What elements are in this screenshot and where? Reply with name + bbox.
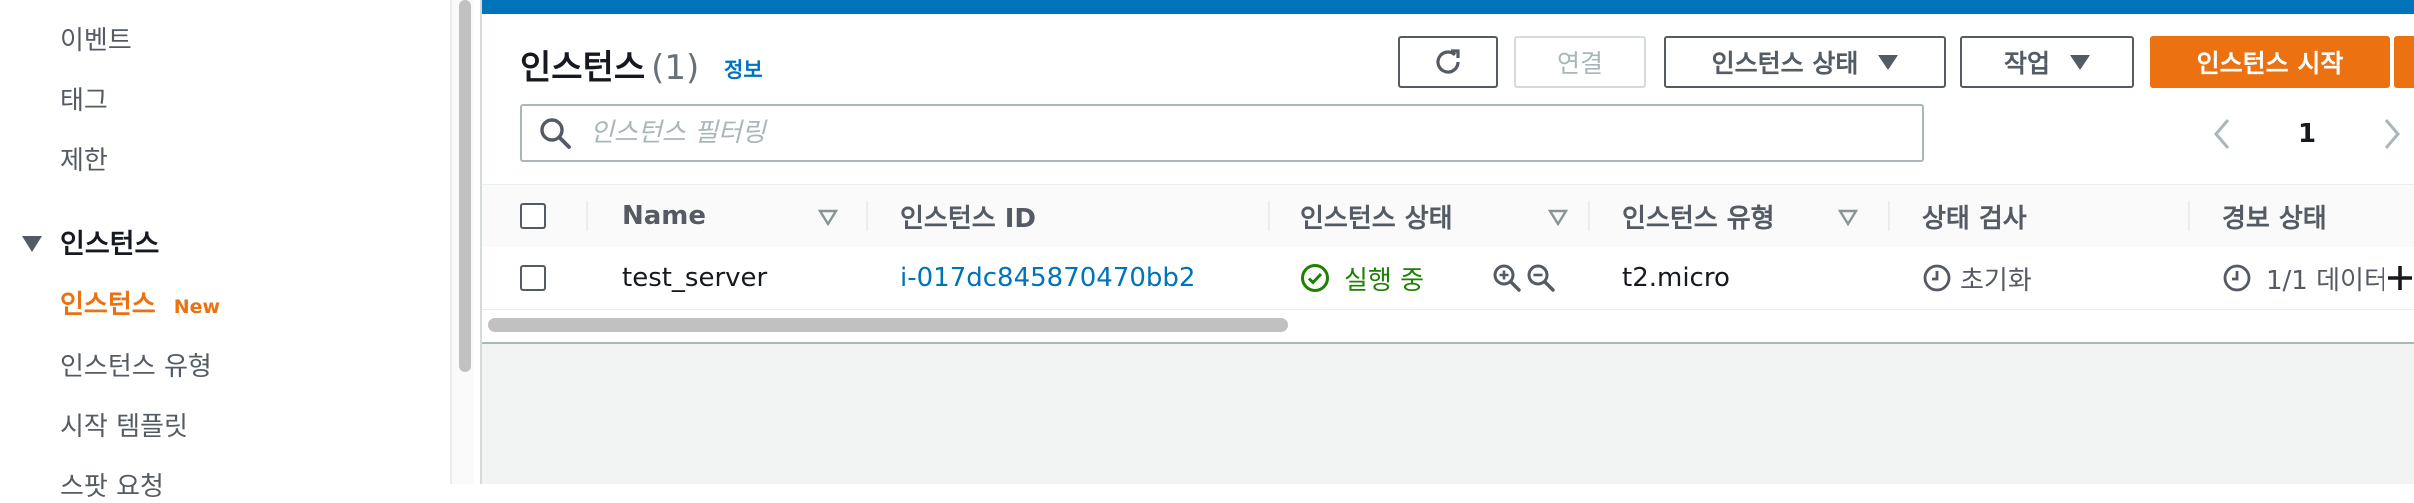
add-alarm-button[interactable] — [2384, 247, 2414, 309]
sort-icon[interactable] — [1838, 207, 1858, 227]
top-accent-bar — [482, 0, 2414, 14]
check-circle-icon — [1301, 264, 1329, 292]
launch-instance-button[interactable]: 인스턴스 시작 — [2150, 36, 2390, 88]
table-header: Name 인스턴스 ID 인스턴스 상태 인스턴스 유형 상태 검사 경보 상태 — [482, 184, 2414, 248]
clock-icon — [2223, 264, 2251, 292]
sidebar-item-instances[interactable]: 인스턴스 New — [60, 284, 220, 321]
refresh-icon — [1436, 49, 1460, 74]
zoom-in-icon[interactable] — [1492, 263, 1522, 293]
select-all-checkbox[interactable] — [520, 203, 546, 229]
cell-instance-state: 실행 중 — [1300, 247, 1424, 309]
cell-status-check: 초기화 — [1922, 247, 2032, 309]
new-badge: New — [173, 296, 221, 318]
instance-state-label: 인스턴스 상태 — [1711, 49, 1859, 78]
current-page-number[interactable]: 1 — [2298, 119, 2316, 149]
info-link[interactable]: 정보 — [724, 54, 763, 84]
sidebar-section-instances[interactable]: 인스턴스 — [22, 222, 159, 261]
plus-icon — [2388, 266, 2412, 290]
cell-instance-type: t2.micro — [1622, 263, 1730, 293]
sidebar-scrollbar-thumb[interactable] — [459, 0, 471, 372]
sidebar-item-spot-requests[interactable]: 스팟 요청 — [60, 466, 164, 503]
column-header-instance-state[interactable]: 인스턴스 상태 — [1300, 185, 1453, 247]
table-row[interactable]: test_server i-017dc845870470bb2 실행 중 t2.… — [482, 247, 2414, 310]
chevron-right-icon[interactable] — [2382, 117, 2402, 151]
column-separator[interactable] — [1268, 201, 1270, 231]
chevron-left-icon[interactable] — [2212, 117, 2232, 151]
row-checkbox[interactable] — [520, 265, 546, 291]
page-title: 인스턴스 (1) — [520, 40, 699, 89]
search-input[interactable] — [588, 117, 1892, 149]
column-separator[interactable] — [1588, 201, 1590, 231]
instance-count: (1) — [651, 48, 700, 88]
sort-icon[interactable] — [818, 207, 838, 227]
column-separator[interactable] — [866, 201, 868, 231]
sidebar-section-label: 인스턴스 — [60, 229, 160, 260]
sidebar-item-label: 인스턴스 — [60, 290, 156, 320]
cell-name: test_server — [622, 263, 768, 293]
actions-dropdown[interactable]: 작업 — [1960, 36, 2134, 88]
sidebar-item-tags[interactable]: 태그 — [60, 80, 108, 117]
table-horizontal-scrollbar[interactable] — [488, 318, 1288, 332]
caret-down-icon — [2070, 54, 2090, 70]
sidebar-item-instance-types[interactable]: 인스턴스 유형 — [60, 346, 212, 383]
column-header-instance-id[interactable]: 인스턴스 ID — [900, 185, 1036, 247]
page-title-text: 인스턴스 — [520, 48, 646, 88]
filter-search-box[interactable] — [520, 104, 1924, 162]
sort-icon[interactable] — [1548, 207, 1568, 227]
status-check-text: 초기화 — [1960, 265, 2032, 296]
column-separator[interactable] — [2188, 201, 2190, 231]
refresh-button[interactable] — [1398, 36, 1498, 88]
instance-state-text: 실행 중 — [1344, 265, 1425, 296]
launch-instance-split-button[interactable] — [2394, 36, 2414, 88]
caret-down-icon — [1878, 54, 1899, 70]
zoom-out-icon[interactable] — [1526, 263, 1556, 293]
cell-alarm-status: 1/1 데이터 — [2222, 247, 2388, 309]
pagination: 1 — [2212, 114, 2402, 154]
alarm-status-text: 1/1 데이터 — [2266, 265, 2388, 296]
column-header-instance-type[interactable]: 인스턴스 유형 — [1622, 185, 1775, 247]
sidebar-item-launch-templates[interactable]: 시작 템플릿 — [60, 406, 188, 443]
instance-state-dropdown[interactable]: 인스턴스 상태 — [1664, 36, 1946, 88]
column-header-name[interactable]: Name — [622, 185, 706, 247]
expand-triangle-icon — [22, 235, 42, 252]
sidebar: 이벤트 태그 제한 인스턴스 인스턴스 New 인스턴스 유형 시작 템플릿 스팟… — [0, 0, 452, 502]
column-header-alarm-status[interactable]: 경보 상태 — [2222, 185, 2327, 247]
column-header-status-check[interactable]: 상태 검사 — [1922, 185, 2027, 247]
cell-instance-id-link[interactable]: i-017dc845870470bb2 — [900, 247, 1195, 309]
clock-icon — [1923, 264, 1951, 292]
main-content: 인스턴스(1) 정보 연결 인스턴스 상태 작업 인스턴스 시작 1 Name — [480, 0, 2414, 484]
instances-panel: 인스턴스(1) 정보 연결 인스턴스 상태 작업 인스턴스 시작 1 Name — [482, 14, 2414, 344]
sidebar-item-limits[interactable]: 제한 — [60, 140, 108, 177]
search-icon — [540, 118, 571, 149]
actions-label: 작업 — [2003, 49, 2050, 78]
column-separator — [586, 201, 588, 231]
connect-button[interactable]: 연결 — [1514, 36, 1646, 88]
column-separator[interactable] — [1888, 201, 1890, 231]
sidebar-item-events[interactable]: 이벤트 — [60, 20, 132, 57]
